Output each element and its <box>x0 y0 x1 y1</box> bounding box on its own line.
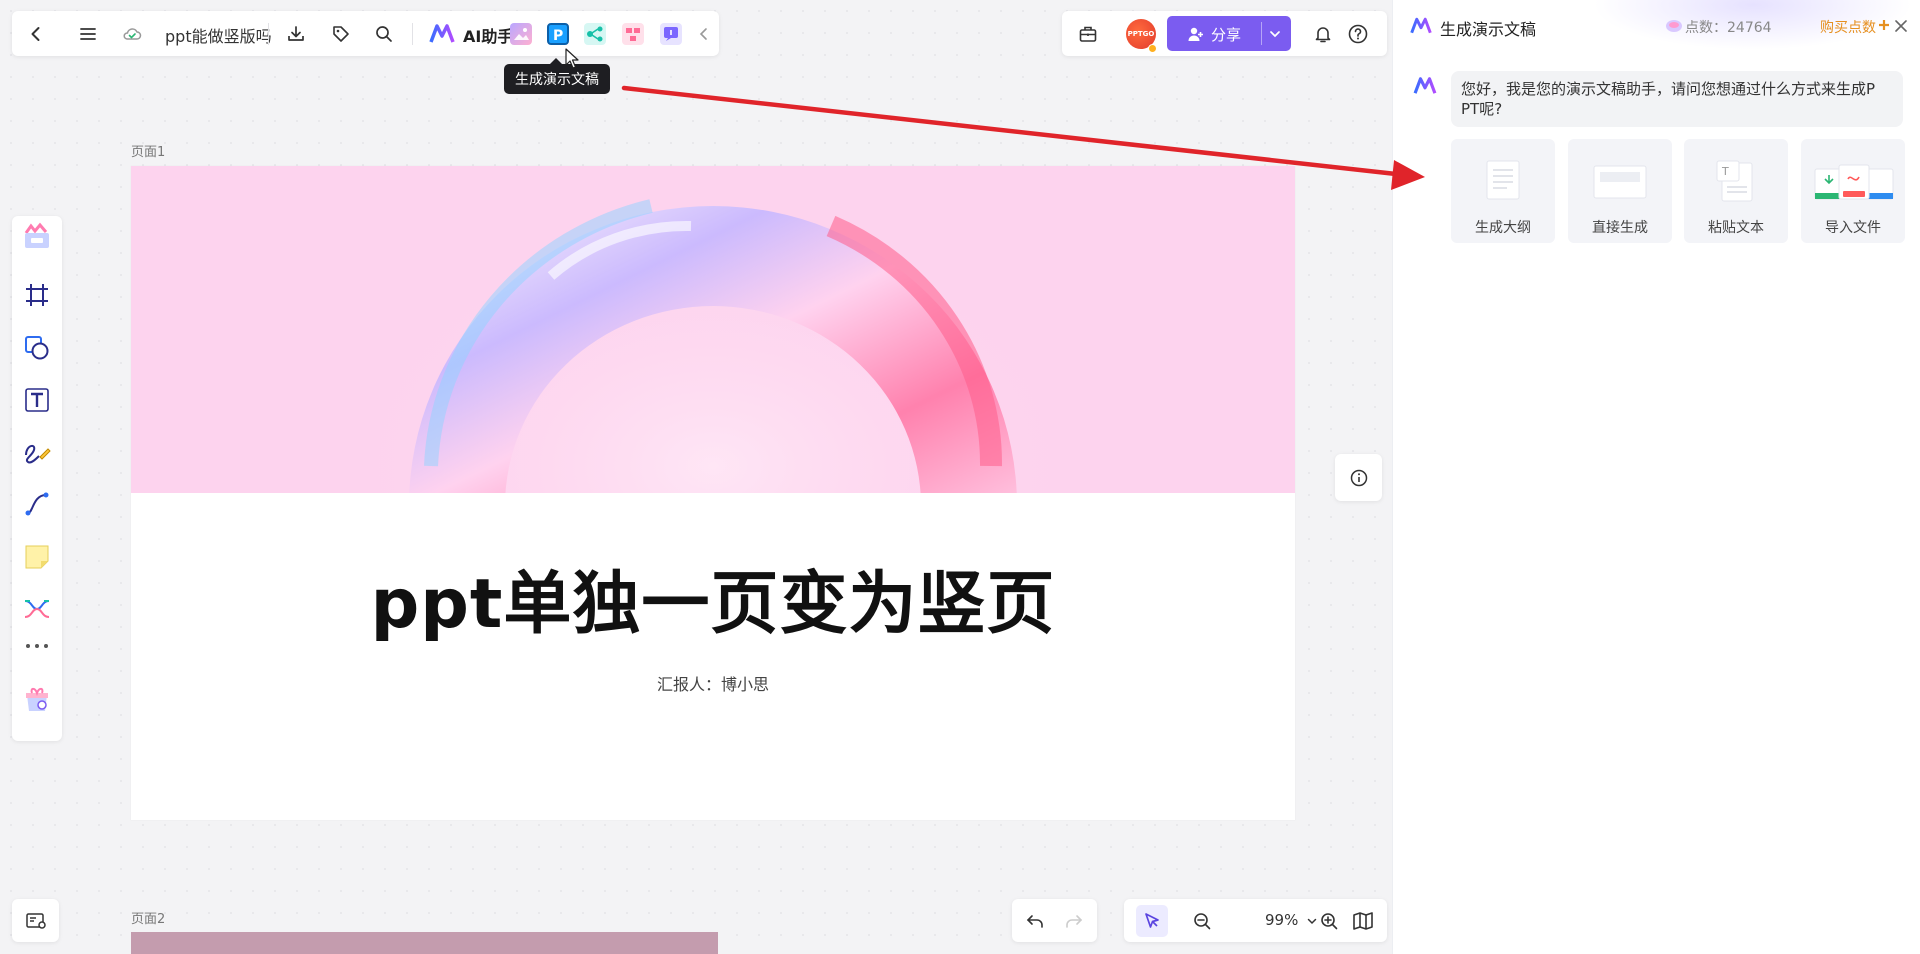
slide-page-2[interactable] <box>131 932 718 954</box>
mindmap-icon[interactable] <box>584 23 606 45</box>
close-icon[interactable] <box>1890 15 1912 37</box>
pen-draw-icon[interactable] <box>21 436 53 468</box>
ai-assistant-label[interactable]: AI助手 <box>463 23 513 47</box>
panel-logo-icon <box>1410 17 1432 35</box>
tool-palette <box>12 216 62 741</box>
share-button[interactable]: 分享 <box>1167 16 1291 51</box>
template-library-icon[interactable] <box>21 220 53 252</box>
option-label: 导入文件 <box>1825 220 1881 236</box>
info-icon <box>1350 469 1367 486</box>
minimap-button[interactable] <box>12 899 59 942</box>
slide-page-1[interactable]: ppt单独一页变为竖页 汇报人：博小思 <box>131 166 1295 820</box>
assistant-message-line: PT呢? <box>1461 100 1503 118</box>
avatar-status-badge <box>1148 44 1157 53</box>
help-icon[interactable] <box>1344 20 1372 48</box>
outline-document-icon <box>1485 159 1521 201</box>
collapse-chevron-icon[interactable] <box>694 23 714 45</box>
cloud-saved-icon <box>120 22 144 46</box>
tooltip: 生成演示文稿 <box>504 58 610 94</box>
slide-title[interactable]: ppt单独一页变为竖页 <box>131 548 1295 647</box>
back-icon[interactable] <box>22 20 50 48</box>
ai-assistant-logo-icon[interactable] <box>425 23 459 45</box>
presentation-generator-icon[interactable]: P <box>547 23 569 45</box>
minimap-icon <box>25 912 46 929</box>
points-coin-icon <box>1665 18 1683 34</box>
option-label: 粘贴文本 <box>1708 220 1764 236</box>
info-button[interactable] <box>1335 454 1382 501</box>
more-tools-icon[interactable] <box>21 635 53 657</box>
sticky-note-icon[interactable] <box>21 541 53 573</box>
document-title[interactable]: ppt能做竖版吗 <box>165 23 272 47</box>
flowchart-icon[interactable] <box>622 23 644 45</box>
plus-icon[interactable] <box>1878 19 1890 31</box>
bell-icon[interactable] <box>1309 20 1337 48</box>
option-label: 生成大纲 <box>1475 220 1531 236</box>
menu-icon[interactable] <box>74 20 102 48</box>
add-user-icon <box>1187 25 1205 43</box>
slide-reporter[interactable]: 汇报人：博小思 <box>131 671 1295 695</box>
top-right-toolbar: PPTGO 分享 <box>1062 11 1387 56</box>
text-tool-icon[interactable] <box>21 384 53 416</box>
generate-presentation-panel: 生成演示文稿 点数：24764 购买点数 您好，我是您的演示文稿助手，请问您想通… <box>1392 0 1920 954</box>
assistant-message: 您好，我是您的演示文稿助手，请问您想通过什么方式来生成P PT呢? <box>1451 71 1903 127</box>
chat-icon[interactable] <box>660 23 682 45</box>
book-map-icon[interactable] <box>1349 907 1377 935</box>
mindmap-tool-icon[interactable] <box>21 593 53 625</box>
share-dropdown-chevron-icon[interactable] <box>1268 27 1282 41</box>
page-label[interactable]: 页面2 <box>131 908 165 927</box>
share-label: 分享 <box>1211 26 1242 44</box>
import-file-icon <box>1813 161 1895 203</box>
option-import-file[interactable]: 导入文件 <box>1801 139 1905 243</box>
ai-image-icon[interactable] <box>510 23 532 45</box>
page-label[interactable]: 页面1 <box>131 141 165 160</box>
zoom-bar: 99% <box>1124 899 1387 942</box>
toolbox-icon[interactable] <box>1074 20 1102 48</box>
svg-text:P: P <box>553 28 563 43</box>
panel-title: 生成演示文稿 <box>1440 20 1537 39</box>
points-balance: 点数：24764 <box>1685 20 1772 36</box>
assistant-message-line: 您好，我是您的演示文稿助手，请问您想通过什么方式来生成P <box>1461 80 1876 98</box>
paste-text-icon: T <box>1714 159 1756 203</box>
svg-text:T: T <box>1721 165 1729 178</box>
buy-points-link[interactable]: 购买点数 <box>1820 17 1876 37</box>
top-toolbar: ppt能做竖版吗 AI助手 P <box>12 11 719 56</box>
slide-preview-icon <box>1592 164 1648 200</box>
zoom-level[interactable]: 99% <box>1265 911 1298 929</box>
gift-box-icon[interactable] <box>21 684 53 716</box>
assistant-avatar-icon <box>1413 77 1437 95</box>
tag-icon[interactable] <box>327 20 355 48</box>
select-pointer-icon[interactable] <box>1138 907 1166 935</box>
redo-icon[interactable] <box>1060 907 1088 935</box>
shape-icon[interactable] <box>21 332 53 364</box>
download-icon[interactable] <box>282 20 310 48</box>
option-generate-outline[interactable]: 生成大纲 <box>1451 139 1555 243</box>
option-label: 直接生成 <box>1592 220 1648 236</box>
undo-redo-bar <box>1012 899 1097 942</box>
option-direct-generate[interactable]: 直接生成 <box>1568 139 1672 243</box>
mouse-cursor-icon <box>564 48 580 70</box>
search-icon[interactable] <box>370 20 398 48</box>
zoom-in-icon[interactable] <box>1315 907 1343 935</box>
option-paste-text[interactable]: T 粘贴文本 <box>1684 139 1788 243</box>
connector-line-icon[interactable] <box>21 488 53 520</box>
zoom-out-icon[interactable] <box>1188 907 1216 935</box>
frame-icon[interactable] <box>21 279 53 311</box>
slide-banner-image <box>131 166 1295 493</box>
undo-icon[interactable] <box>1021 907 1049 935</box>
